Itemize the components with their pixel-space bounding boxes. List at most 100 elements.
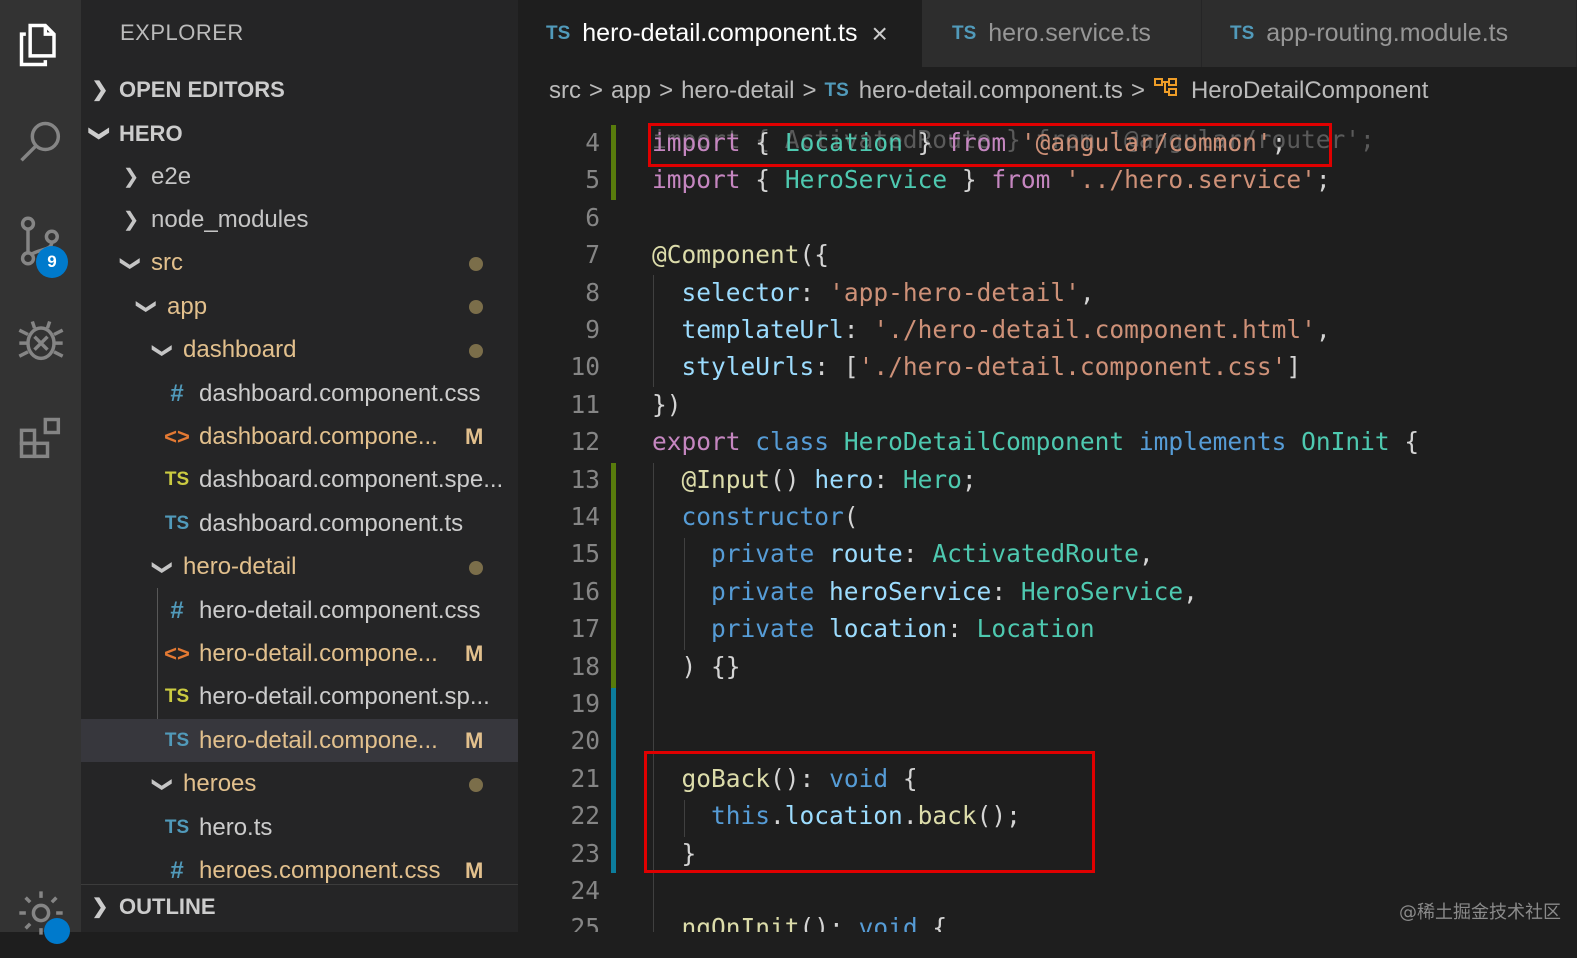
typescript-file-icon: TS <box>952 22 977 44</box>
tree-folder[interactable]: ❯ hero-detail <box>81 546 518 589</box>
extensions-icon[interactable] <box>0 394 81 484</box>
settings-gear-icon[interactable] <box>0 868 81 958</box>
tree-item-label: app <box>167 292 208 320</box>
line-number: 24 <box>570 876 600 905</box>
modified-dot <box>469 343 483 358</box>
tree-item-label: node_modules <box>151 205 309 233</box>
line-number: 15 <box>570 539 600 569</box>
section-open-editors[interactable]: ❯ OPEN EDITORS <box>81 68 518 111</box>
line-number: 17 <box>570 614 600 644</box>
git-status-badge: M <box>465 728 484 754</box>
code-text: templateUrl: './hero-detail.component.ht… <box>681 315 1331 344</box>
breadcrumb-item[interactable]: src <box>549 77 581 105</box>
code-line: 16 private heroService: HeroService, <box>518 573 1577 611</box>
line-number: 14 <box>570 502 600 531</box>
code-editor[interactable]: import { ActivatedRoute } from '@angular… <box>518 115 1577 932</box>
tab-app-routing-module[interactable]: TS app-routing.module.ts <box>1202 0 1577 67</box>
tree-file[interactable]: TS dashboard.component.ts <box>81 502 518 545</box>
tree-file[interactable]: TS hero-detail.component.sp... <box>81 676 518 719</box>
line-number: 21 <box>570 763 600 793</box>
debug-icon[interactable] <box>0 296 81 386</box>
html-file-icon: <> <box>164 423 190 449</box>
line-number: 5 <box>585 165 600 195</box>
tab-label: hero.service.ts <box>988 19 1151 47</box>
tree-item-label: hero.ts <box>199 813 273 841</box>
line-number: 4 <box>585 128 600 157</box>
code-line: 9 templateUrl: './hero-detail.component.… <box>518 311 1577 349</box>
tree-file[interactable]: # hero-detail.component.css <box>81 589 518 632</box>
chevron-down-icon: ❯ <box>88 125 111 142</box>
css-file-icon: # <box>170 596 184 624</box>
git-status-badge: M <box>465 424 484 450</box>
tree-folder[interactable]: ❯ dashboard <box>81 329 518 372</box>
tree-item-label: hero-detail.component.css <box>199 596 481 624</box>
explorer-sidebar: EXPLORER ❯ OPEN EDITORS ❯ HERO ❯ e2e ❯ node… <box>81 0 518 932</box>
tree-folder[interactable]: ❯ node_modules <box>81 198 518 241</box>
watermark: @稀土掘金技术社区 <box>1399 902 1561 923</box>
search-icon[interactable] <box>0 98 81 188</box>
css-file-icon: # <box>170 856 184 884</box>
tree-file[interactable]: TS hero.ts <box>81 806 518 849</box>
modified-dot <box>469 300 483 315</box>
chevron-right-icon: ❯ <box>122 166 140 188</box>
breadcrumb-separator: > <box>1130 77 1145 104</box>
explorer-icon[interactable] <box>0 0 81 90</box>
code-text: export class HeroDetailComponent impleme… <box>652 427 1420 457</box>
code-text: import { HeroService } from '../hero.ser… <box>652 165 1331 195</box>
tree-folder[interactable]: ❯ e2e <box>81 155 518 198</box>
tab-label: app-routing.module.ts <box>1266 19 1509 47</box>
code-text: private location: Location <box>711 614 1095 644</box>
activity-bar: 9 <box>0 0 81 944</box>
section-label: OPEN EDITORS <box>119 76 285 102</box>
tab-hero-service[interactable]: TS hero.service.ts <box>922 0 1202 67</box>
code-line: 6 <box>518 199 1577 237</box>
section-hero[interactable]: ❯ HERO <box>81 112 518 155</box>
tree-item-label: dashboard.component.spe... <box>199 466 504 494</box>
modified-dot <box>469 777 483 792</box>
line-number: 11 <box>570 389 600 419</box>
chevron-down-icon: ❯ <box>151 558 174 576</box>
breadcrumb-file[interactable]: hero-detail.component.ts <box>859 77 1123 105</box>
code-line: 10 styleUrls: ['./hero-detail.component.… <box>518 348 1577 386</box>
tree-item-label: hero-detail <box>183 553 297 581</box>
tree-file[interactable]: TS hero-detail.compone... M <box>81 719 518 763</box>
breadcrumb-item[interactable]: app <box>611 77 651 105</box>
tree-file[interactable]: <> hero-detail.compone... M <box>81 632 518 675</box>
code-line: 18 ) {} <box>518 648 1577 686</box>
code-line: 17 private location: Location <box>518 610 1577 648</box>
breadcrumb-separator: > <box>659 77 674 104</box>
chevron-down-icon: ❯ <box>135 298 158 316</box>
tree-folder[interactable]: ❯ src <box>81 242 518 285</box>
tree-folder[interactable]: ❯ app <box>81 285 518 328</box>
tree-folder[interactable]: ❯ heroes <box>81 763 518 806</box>
html-file-icon: <> <box>164 640 190 666</box>
highlight-box-import <box>648 123 1332 167</box>
code-line: 15 private route: ActivatedRoute, <box>518 535 1577 573</box>
breadcrumb-symbol[interactable]: HeroDetailComponent <box>1191 77 1428 105</box>
close-icon[interactable]: × <box>871 18 887 50</box>
line-number: 12 <box>570 427 600 457</box>
line-number: 22 <box>570 801 600 831</box>
breadcrumb-item[interactable]: hero-detail <box>681 77 794 105</box>
tab-hero-detail-component[interactable]: TS hero-detail.component.ts × <box>518 0 922 67</box>
chevron-right-icon: ❯ <box>91 79 109 101</box>
typescript-file-icon: TS <box>164 686 190 708</box>
line-number: 6 <box>585 202 600 232</box>
source-control-badge: 9 <box>36 246 68 278</box>
explorer-title: EXPLORER <box>120 20 244 45</box>
line-number: 19 <box>570 689 600 718</box>
line-number: 10 <box>570 352 600 382</box>
tree-file[interactable]: # dashboard.component.css <box>81 372 518 415</box>
tree-item-label: e2e <box>151 162 192 190</box>
tree-file[interactable]: <> dashboard.compone... M <box>81 415 518 458</box>
line-number: 16 <box>570 576 600 606</box>
chevron-right-icon: ❯ <box>122 209 140 232</box>
code-line: 7 @Component({ <box>518 236 1577 274</box>
tree-file[interactable]: TS dashboard.component.spe... <box>81 459 518 502</box>
section-outline[interactable]: ❯ OUTLINE <box>81 884 518 928</box>
code-text: @Input() hero: Hero; <box>681 464 977 494</box>
code-text: constructor( <box>681 502 859 531</box>
line-number: 18 <box>570 651 600 681</box>
typescript-file-icon: TS <box>164 512 190 534</box>
tree-item-label: hero-detail.compone... <box>199 639 438 667</box>
